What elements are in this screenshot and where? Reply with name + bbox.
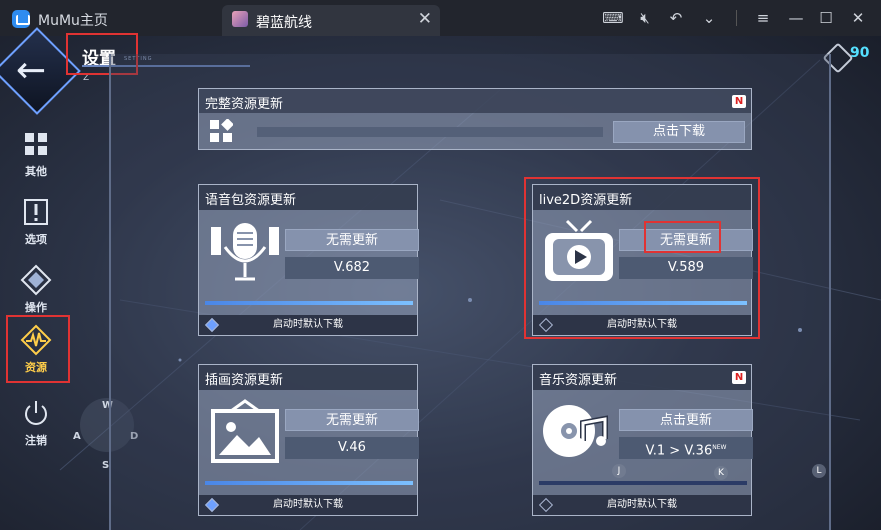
full-update-progress-track [257, 127, 603, 137]
sidebar-item-label: 选项 [25, 233, 47, 246]
footer-label: 启动时默认下载 [607, 499, 677, 510]
game-tab-title: 碧蓝航线 [256, 15, 312, 31]
sidebar-item-label: 其他 [25, 165, 47, 178]
no-update-button[interactable]: 无需更新 [285, 409, 419, 431]
no-update-button[interactable]: 无需更新 [285, 229, 419, 251]
sidebar-item-label: 操作 [25, 301, 47, 314]
full-update-card: 完整资源更新 N 点击下载 [198, 88, 752, 150]
update-button[interactable]: 点击更新 [619, 409, 753, 431]
close-window-icon[interactable]: ✕ [847, 7, 869, 29]
emulator-titlebar: MuMu主页 碧蓝航线 ✕ ⌨ 🔇︎ ↶ ⌄ ≡ — ☐ ✕ [0, 0, 881, 36]
key-hint-j: J [612, 464, 626, 478]
illustration-card: 插画资源更新 无需更新 V.46 启动时默认下载 [198, 364, 419, 516]
download-progress [539, 481, 747, 485]
keyboard-icon[interactable]: ⌨ [602, 7, 624, 29]
card-title: 完整资源更新 [199, 89, 751, 113]
download-progress [539, 301, 747, 305]
tv-icon [545, 219, 613, 281]
grid-icon [25, 133, 47, 155]
new-superscript: NEW [712, 444, 727, 451]
emulator-window: MuMu主页 碧蓝航线 ✕ ⌨ 🔇︎ ↶ ⌄ ≡ — ☐ ✕ ← 设置 SETT… [0, 0, 881, 530]
auto-download-toggle[interactable]: 启动时默认下载 [533, 495, 751, 515]
version-label: V.589 [619, 257, 753, 279]
auto-download-toggle[interactable]: 启动时默认下载 [199, 495, 417, 515]
microphone-icon [211, 223, 279, 281]
download-progress [205, 301, 413, 305]
music-disc-icon [543, 405, 608, 457]
progress-fill [205, 481, 413, 485]
z-key-hint: Z [83, 73, 90, 83]
sidebar-item-options[interactable]: 选项 [8, 192, 64, 256]
footer-label: 启动时默认下载 [607, 319, 677, 330]
footer-label: 启动时默认下载 [273, 319, 343, 330]
mute-icon[interactable]: 🔇︎ [634, 7, 656, 29]
version-label: V.682 [285, 257, 419, 279]
version-label: V.46 [285, 437, 419, 459]
close-tab-button[interactable]: ✕ [418, 9, 432, 29]
game-app-icon [232, 11, 248, 27]
home-tab[interactable]: MuMu主页 [38, 10, 108, 30]
card-title: 语音包资源更新 [199, 185, 417, 210]
auto-download-toggle[interactable]: 启动时默认下载 [533, 315, 751, 335]
voice-pack-card: 语音包资源更新 无需更新 V.682 启动时默认下载 [198, 184, 419, 336]
alert-icon [24, 199, 48, 225]
sidebar-item-other[interactable]: 其他 [8, 124, 64, 188]
new-badge: N [732, 95, 746, 108]
sidebar-item-controls[interactable]: 操作 [8, 260, 64, 324]
progress-fill [205, 301, 413, 305]
chevron-down-icon[interactable]: ⌄ [698, 7, 720, 29]
version-label: V.1 > V.36NEW [619, 437, 753, 459]
key-hint-k: K [714, 466, 728, 480]
card-title: live2D资源更新 [533, 185, 751, 210]
card-title: 插画资源更新 [199, 365, 417, 390]
footer-label: 启动时默认下载 [273, 499, 343, 510]
pulse-icon [20, 324, 52, 356]
back-arrow-icon: ← [16, 50, 47, 91]
version-text: V.1 > V.36 [645, 443, 713, 459]
minimize-icon[interactable]: — [785, 7, 807, 29]
menu-icon[interactable]: ≡ [752, 7, 774, 29]
picture-icon [211, 399, 279, 463]
no-update-button[interactable]: 无需更新 [619, 229, 753, 251]
mumu-logo-icon [12, 10, 30, 28]
key-hint-l: L [812, 464, 826, 478]
undo-icon[interactable]: ↶ [665, 7, 687, 29]
apps-grid-icon [210, 119, 233, 142]
auto-download-toggle[interactable]: 启动时默认下载 [199, 315, 417, 335]
key-hint-a: A [73, 431, 81, 442]
card-title: 音乐资源更新 [533, 365, 751, 390]
power-icon [25, 401, 47, 425]
download-progress [205, 481, 413, 485]
sidebar-item-logout[interactable]: 注销 [8, 393, 64, 457]
game-tab[interactable]: 碧蓝航线 ✕ [222, 5, 440, 36]
music-card: 音乐资源更新 N 点击更新 V.1 > V.36NEW 启动时默认下载 [532, 364, 753, 516]
maximize-icon[interactable]: ☐ [815, 7, 837, 29]
live2d-card: live2D资源更新 无需更新 V.589 启动时默认下载 [532, 184, 753, 336]
download-button[interactable]: 点击下载 [613, 121, 745, 143]
sidebar-item-resources[interactable]: 资源 [8, 320, 64, 384]
sidebar-item-label: 资源 [25, 361, 47, 374]
diamond-icon [20, 264, 52, 296]
new-badge: N [732, 371, 746, 384]
titlebar-divider [736, 10, 737, 26]
resource-counter: 90 [850, 45, 870, 61]
progress-fill [539, 301, 747, 305]
sidebar-item-label: 注销 [25, 434, 47, 447]
